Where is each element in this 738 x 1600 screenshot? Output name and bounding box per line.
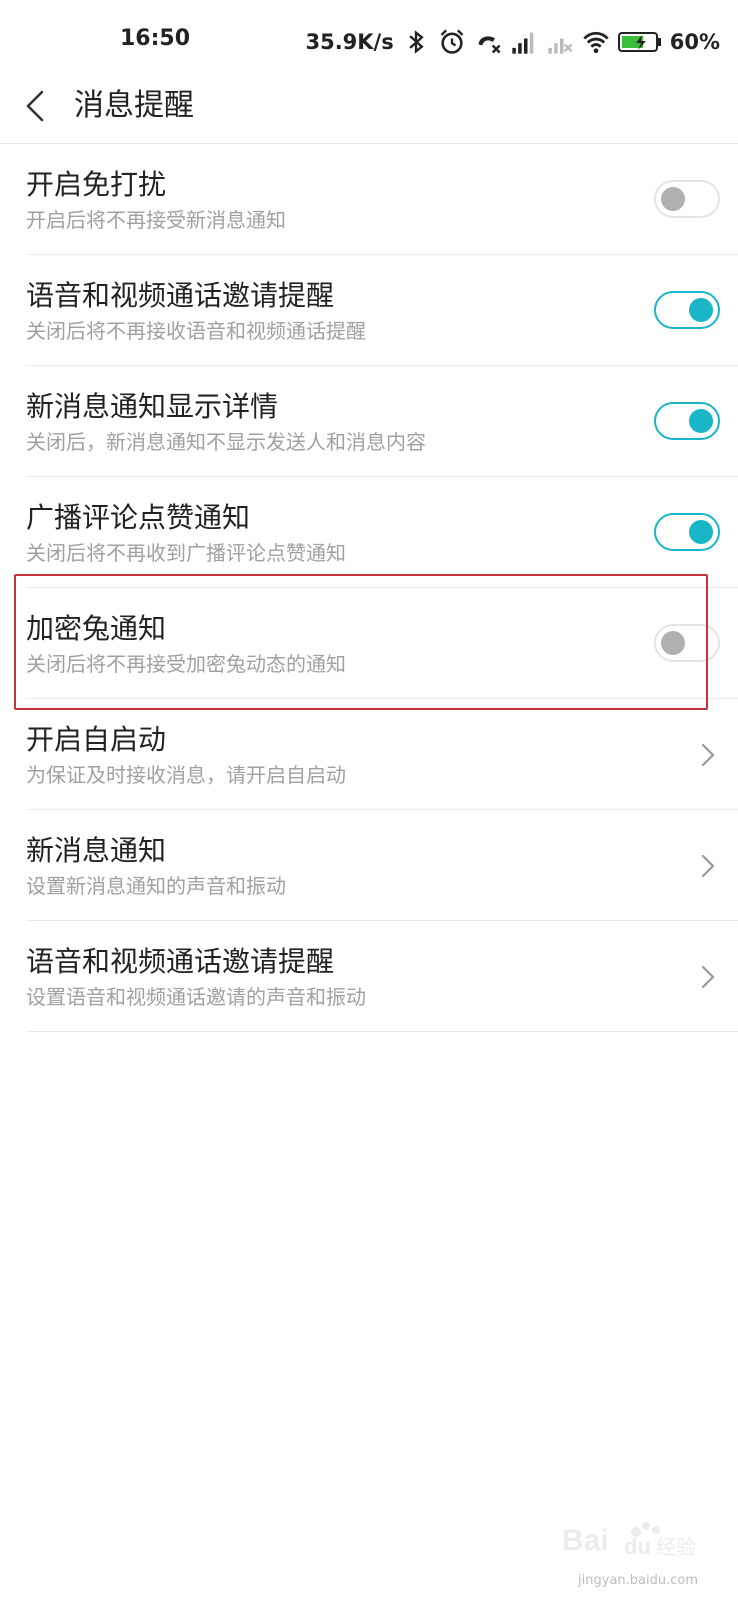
setting-subtitle: 关闭后将不再接收语音和视频通话提醒 (26, 319, 366, 343)
chevron-right-icon (696, 963, 720, 991)
setting-broadcast-comment-like[interactable]: 广播评论点赞通知 关闭后将不再收到广播评论点赞通知 (0, 477, 738, 588)
row-divider (26, 1031, 738, 1032)
toggle-knob (689, 409, 713, 433)
signal-icon (510, 28, 538, 56)
setting-new-message-notification[interactable]: 新消息通知 设置新消息通知的声音和振动 (0, 810, 738, 921)
setting-title: 广播评论点赞通知 (26, 501, 251, 534)
encrypted-rabbit-notification-toggle[interactable] (654, 624, 720, 662)
chevron-left-icon[interactable] (16, 86, 56, 126)
wifi-icon (582, 28, 610, 56)
do-not-disturb-toggle[interactable] (654, 180, 720, 218)
bluetooth-icon (402, 28, 430, 56)
setting-subtitle: 为保证及时接收消息，请开启自启动 (26, 763, 346, 787)
setting-title: 新消息通知显示详情 (26, 390, 279, 423)
battery-percent: 60% (669, 30, 720, 54)
status-bar: 16:50 35.9K/s 60% (0, 0, 738, 84)
setting-title: 语音和视频通话邀请提醒 (26, 945, 335, 978)
setting-title: 开启免打扰 (26, 168, 167, 201)
toggle-knob (689, 520, 713, 544)
battery-charging-icon (617, 30, 662, 54)
toggle-knob (661, 187, 685, 211)
settings-list: 开启免打扰 开启后将不再接受新消息通知 语音和视频通话邀请提醒 关闭后将不再接收… (0, 144, 738, 1032)
call-invite-reminder-toggle[interactable] (654, 291, 720, 329)
setting-subtitle: 关闭后将不再收到广播评论点赞通知 (26, 541, 346, 565)
show-notification-details-toggle[interactable] (654, 402, 720, 440)
header: 消息提醒 (0, 84, 738, 144)
setting-auto-start[interactable]: 开启自启动 为保证及时接收消息，请开启自启动 (0, 699, 738, 810)
setting-subtitle: 关闭后，新消息通知不显示发送人和消息内容 (26, 430, 426, 454)
setting-call-invite-sound[interactable]: 语音和视频通话邀请提醒 设置语音和视频通话邀请的声音和振动 (0, 921, 738, 1032)
setting-title: 新消息通知 (26, 834, 167, 867)
baidu-watermark-logo: Bai du 经验 (558, 1510, 698, 1570)
setting-show-notification-details[interactable]: 新消息通知显示详情 关闭后，新消息通知不显示发送人和消息内容 (0, 366, 738, 477)
setting-call-invite-reminder[interactable]: 语音和视频通话邀请提醒 关闭后将不再接收语音和视频通话提醒 (0, 255, 738, 366)
chevron-right-icon (696, 852, 720, 880)
svg-text:Bai: Bai (562, 1524, 609, 1557)
network-speed: 35.9K/s (305, 30, 394, 54)
setting-subtitle: 设置语音和视频通话邀请的声音和振动 (26, 985, 366, 1009)
svg-text:du: du (624, 1534, 651, 1559)
alarm-icon (438, 28, 466, 56)
toggle-knob (661, 631, 685, 655)
setting-title: 语音和视频通话邀请提醒 (26, 279, 335, 312)
setting-subtitle: 设置新消息通知的声音和振动 (26, 874, 286, 898)
setting-title: 开启自启动 (26, 723, 167, 756)
setting-title: 加密兔通知 (26, 612, 167, 645)
setting-encrypted-rabbit-notification[interactable]: 加密兔通知 关闭后将不再接受加密兔动态的通知 (0, 588, 738, 699)
status-icons: 35.9K/s 60% (305, 24, 720, 60)
missed-call-icon (474, 28, 502, 56)
watermark-url: jingyan.baidu.com (578, 1573, 698, 1588)
setting-subtitle: 关闭后将不再接受加密兔动态的通知 (26, 652, 346, 676)
setting-do-not-disturb[interactable]: 开启免打扰 开启后将不再接受新消息通知 (0, 144, 738, 255)
svg-text:经验: 经验 (656, 1535, 696, 1559)
toggle-knob (689, 298, 713, 322)
broadcast-comment-like-toggle[interactable] (654, 513, 720, 551)
status-time: 16:50 (120, 26, 191, 51)
page-title: 消息提醒 (74, 88, 194, 123)
setting-subtitle: 开启后将不再接受新消息通知 (26, 208, 286, 232)
signal-no-service-icon (546, 28, 574, 56)
chevron-right-icon (696, 741, 720, 769)
